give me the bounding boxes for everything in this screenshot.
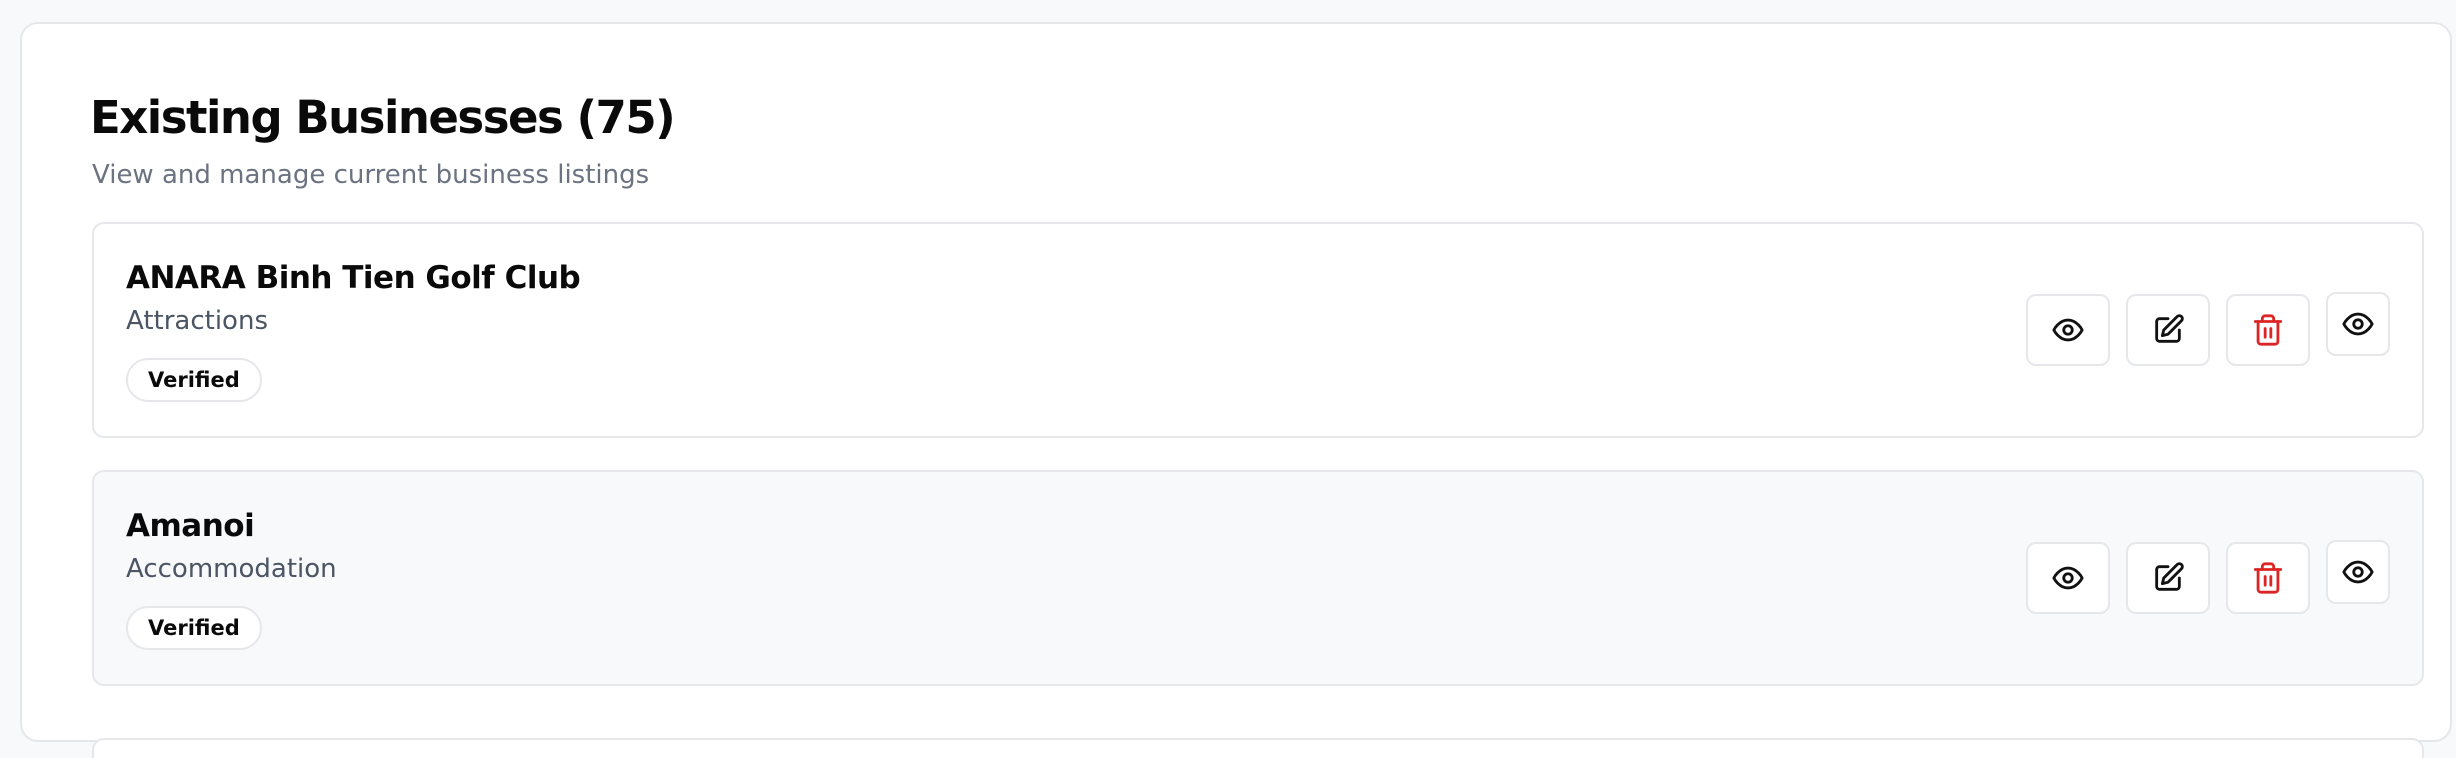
edit-icon — [2155, 314, 2184, 343]
delete-button[interactable] — [2226, 542, 2310, 614]
page-title: Existing Businesses (75) — [90, 91, 676, 144]
delete-button[interactable] — [2226, 294, 2310, 366]
eye-icon — [2342, 312, 2374, 336]
preview-button[interactable] — [2326, 540, 2390, 604]
status-badge: Verified — [126, 606, 262, 650]
business-name: ANARA Binh Tien Golf Club — [126, 260, 581, 296]
eye-icon — [2052, 318, 2084, 342]
edit-icon — [2155, 562, 2184, 591]
business-category: Accommodation — [126, 554, 337, 584]
business-category: Attractions — [126, 306, 268, 336]
status-badge: Verified — [126, 358, 262, 402]
eye-icon — [2052, 566, 2084, 590]
business-card-partial — [92, 738, 2424, 758]
edit-button[interactable] — [2126, 294, 2210, 366]
trash-icon — [2253, 314, 2283, 346]
edit-button[interactable] — [2126, 542, 2210, 614]
eye-icon — [2342, 560, 2374, 584]
business-card: Amanoi Accommodation Verified — [92, 470, 2424, 686]
view-button[interactable] — [2026, 294, 2110, 366]
business-card: ANARA Binh Tien Golf Club Attractions Ve… — [92, 222, 2424, 438]
business-name: Amanoi — [126, 508, 255, 544]
businesses-panel: Existing Businesses (75) View and manage… — [20, 22, 2452, 758]
trash-icon — [2253, 562, 2283, 594]
page-subtitle: View and manage current business listing… — [92, 160, 650, 190]
preview-button[interactable] — [2326, 292, 2390, 356]
view-button[interactable] — [2026, 542, 2110, 614]
